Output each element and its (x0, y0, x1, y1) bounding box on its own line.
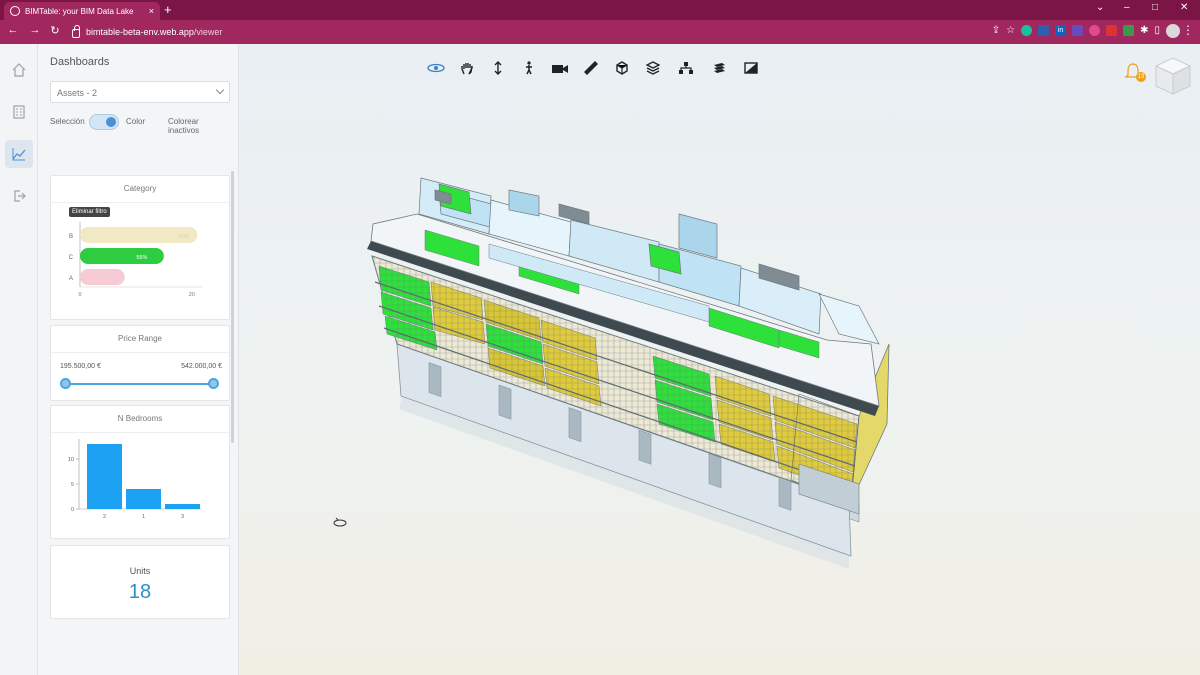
grammarly-icon[interactable] (1021, 25, 1033, 36)
acrobat-icon[interactable] (1072, 25, 1084, 36)
building-icon[interactable] (5, 98, 33, 126)
bedrooms-bar (165, 504, 200, 509)
panel-scrollbar[interactable] (231, 171, 234, 443)
puzzle-icon[interactable]: ✱ (1140, 25, 1148, 36)
price-max-value: 542.000,00 € (181, 363, 222, 370)
selection-color-toggle[interactable] (89, 114, 119, 130)
category-bar (80, 269, 125, 285)
maximize-button[interactable]: □ (1152, 2, 1158, 13)
bedrooms-bar-chart: 0 5 10 2 1 3 (68, 439, 201, 520)
browser-titlebar: BIMTable: your BIM Data Lake × + ⌄ – □ ✕ (0, 0, 1200, 20)
category-data-label: 37% (178, 234, 189, 240)
camera-icon[interactable] (1089, 25, 1101, 36)
category-tick-label: A (69, 276, 73, 282)
logout-icon[interactable] (5, 182, 33, 210)
building-3d-model[interactable] (239, 44, 1200, 675)
selection-label: Selección (50, 117, 85, 126)
bim-viewer[interactable]: 13 (239, 44, 1200, 675)
close-window-button[interactable]: ✕ (1180, 2, 1188, 13)
app-nav-rail (0, 44, 38, 675)
price-min-handle[interactable] (60, 378, 71, 389)
url-text: bimtable-beta-env.web.app/viewer (86, 27, 223, 37)
forward-button[interactable]: → (28, 24, 42, 36)
sidebar-icon[interactable]: ▯ (1154, 25, 1160, 36)
pdf-icon[interactable] (1106, 25, 1118, 36)
bedrooms-x-tick: 3 (181, 514, 184, 520)
linkedin-icon[interactable]: in (1055, 25, 1067, 36)
units-value: 18 (128, 581, 152, 603)
price-min-value: 195.500,00 € (60, 363, 101, 370)
category-bar (80, 248, 164, 264)
bedrooms-y-tick: 0 (71, 507, 74, 513)
tab-search-icon[interactable]: ⌄ (1096, 2, 1104, 13)
bedrooms-bar (87, 444, 122, 509)
bookmark-icon[interactable] (1038, 25, 1050, 36)
price-range-title: Price Range (117, 334, 163, 343)
bedrooms-bar (126, 489, 161, 509)
price-range-track[interactable] (65, 383, 213, 385)
toggle-knob (106, 117, 116, 127)
browser-menu-icon[interactable]: ⋮ (1182, 23, 1194, 37)
asset-select[interactable]: Assets - 2 (50, 81, 230, 103)
browser-tab[interactable]: BIMTable: your BIM Data Lake × (4, 2, 160, 20)
category-tick-label: C (69, 255, 74, 261)
toggle-row: Selección Color Colorear inactivos (50, 114, 232, 135)
bedrooms-y-tick: 5 (71, 482, 74, 488)
category-bar-chart: B 37% C 55% A 0 20 (69, 222, 203, 298)
color-label: Color (126, 117, 146, 126)
price-range-card: Price Range 195.500,00 € 542.000,00 € (50, 325, 230, 401)
extensions-bar: ⇪ ☆ in ✱ ▯ (992, 25, 1160, 36)
bedrooms-card: N Bedrooms 0 5 10 2 1 3 (50, 405, 230, 539)
bedrooms-x-tick: 1 (142, 514, 145, 520)
lock-icon (72, 25, 80, 38)
units-card: Units 18 (50, 545, 230, 619)
browser-toolbar: ← → ↻ bimtable-beta-env.web.app/viewer ⇪… (0, 20, 1200, 44)
bedrooms-x-tick: 2 (103, 514, 106, 520)
extension-icon[interactable] (1123, 25, 1135, 36)
orbit-cursor-icon (333, 517, 347, 527)
dashboards-panel: Dashboards Assets - 2 Selección Color Co… (38, 44, 239, 675)
category-x-tick: 0 (78, 292, 81, 298)
category-x-tick: 20 (189, 292, 195, 298)
tab-close-icon[interactable]: × (149, 6, 154, 16)
card-divider (51, 352, 229, 353)
minimize-button[interactable]: – (1124, 2, 1130, 13)
share-icon[interactable]: ⇪ (992, 25, 1000, 36)
profile-avatar[interactable] (1166, 24, 1180, 38)
reload-button[interactable]: ↻ (48, 24, 62, 37)
star-icon[interactable]: ☆ (1006, 25, 1015, 36)
category-data-label: 55% (136, 255, 147, 261)
chevron-down-icon (215, 85, 225, 95)
chart-icon[interactable] (5, 140, 33, 168)
home-icon[interactable] (5, 56, 33, 84)
category-tick-label: B (69, 234, 73, 240)
panel-title: Dashboards (50, 56, 110, 68)
bedrooms-y-tick: 10 (68, 457, 74, 463)
back-button[interactable]: ← (6, 24, 20, 36)
tab-title: BIMTable: your BIM Data Lake (25, 6, 134, 16)
recolor-inactive-button[interactable]: Colorear inactivos (168, 117, 232, 135)
new-tab-button[interactable]: + (164, 2, 172, 17)
category-card: Category Eliminar filtro B 37% C 55% A 0 20 (50, 175, 230, 320)
address-bar[interactable]: bimtable-beta-env.web.app/viewer (72, 23, 932, 41)
favicon-icon (10, 6, 20, 16)
asset-select-value: Assets - 2 (57, 88, 98, 98)
price-max-handle[interactable] (208, 378, 219, 389)
units-label: Units (129, 566, 151, 576)
